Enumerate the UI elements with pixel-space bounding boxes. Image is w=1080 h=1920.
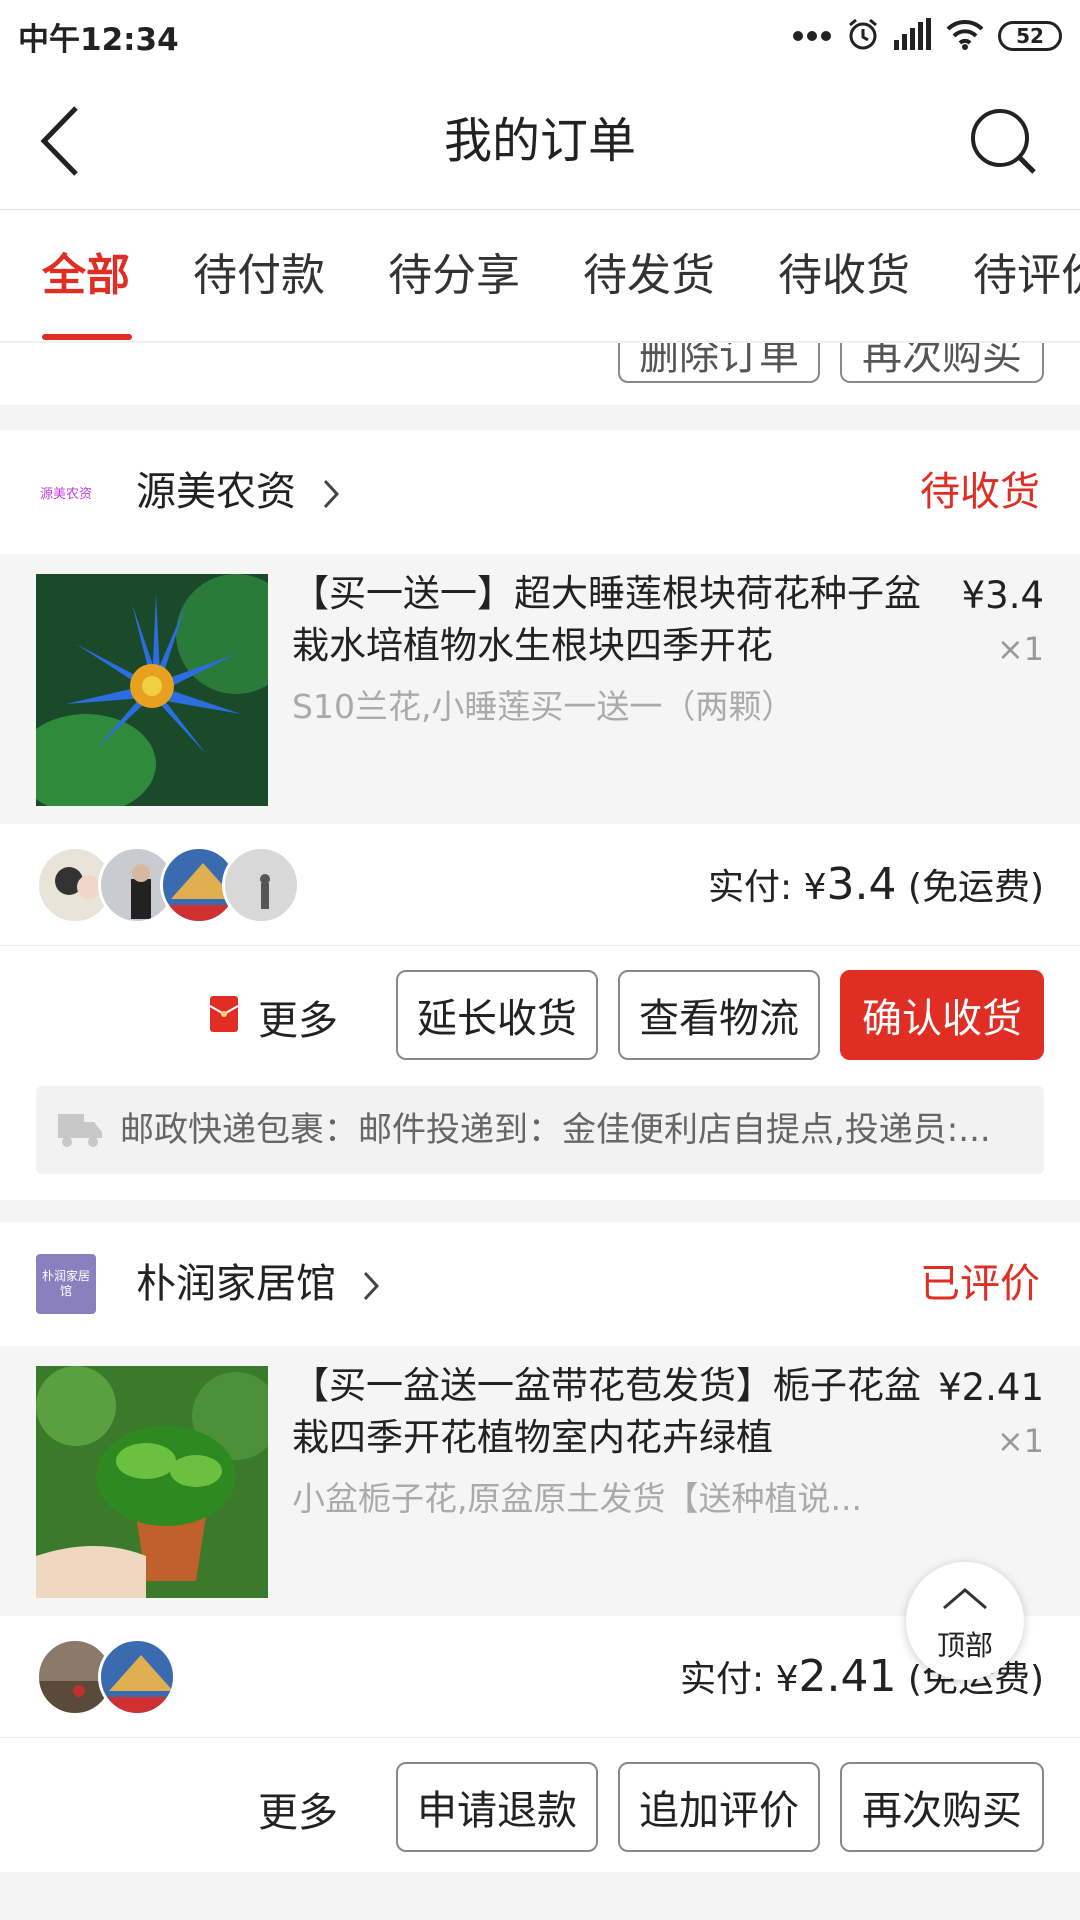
- previous-order-card: 删除订单 再次购买: [0, 343, 1080, 405]
- confirm-receipt-button[interactable]: 确认收货: [840, 970, 1044, 1060]
- order-actions: 更多 申请退款 追加评价 再次购买: [0, 1738, 1080, 1878]
- signal-icon: [894, 18, 932, 54]
- logistics-text: 邮政快递包裹：邮件投递到：金佳便利店自提点,投递员:...: [120, 1110, 991, 1150]
- paid-note: (免运费): [896, 867, 1044, 908]
- page-title: 我的订单: [443, 113, 636, 169]
- status-bar: 中午12:34 52: [0, 0, 1080, 72]
- more-button[interactable]: 更多: [258, 988, 338, 1046]
- shop-name[interactable]: 朴润家居馆: [136, 1222, 383, 1346]
- delivery-truck-icon: [58, 1110, 102, 1154]
- battery-icon: 52: [998, 21, 1062, 51]
- shop-name-text: 朴润家居馆: [136, 1261, 336, 1307]
- paid-currency: ¥: [775, 1659, 799, 1700]
- shop-logo: 源美农资: [36, 462, 96, 522]
- paid-currency: ¥: [803, 867, 827, 908]
- shop-name[interactable]: 源美农资: [136, 430, 343, 554]
- tab-all[interactable]: 全部: [42, 210, 130, 341]
- more-dots-icon: [792, 27, 832, 46]
- shop-row[interactable]: 源美农资 源美农资 待收货: [0, 430, 1080, 554]
- status-icons: 52: [792, 17, 1062, 55]
- back-to-top-label: 顶部: [936, 1629, 993, 1662]
- paid-amount: 实付: ¥3.4 (免运费): [708, 824, 1044, 949]
- chevron-up-icon: [942, 1586, 988, 1616]
- product-title: 【买一盆送一盆带花苞发货】栀子花盆栽四季开花植物室内花卉绿植: [292, 1364, 921, 1459]
- add-review-button[interactable]: 追加评价: [618, 1762, 820, 1852]
- goods-item[interactable]: 【买一送一】超大睡莲根块荷花种子盆栽水培植物水生根块四季开花 S10兰花,小睡莲…: [0, 554, 1080, 824]
- tab-active-indicator: [42, 334, 132, 340]
- more-button[interactable]: 更多: [258, 1780, 338, 1838]
- product-spec: 小盆栀子花,原盆原土发货【送种植说...: [292, 1479, 862, 1518]
- order-actions: 更多 延长收货 查看物流 确认收货: [0, 946, 1080, 1086]
- delete-order-button[interactable]: 删除订单: [618, 343, 820, 383]
- product-spec: S10兰花,小睡莲买一送一（两颗）: [292, 687, 795, 726]
- svg-text:源美农资: 源美农资: [40, 487, 92, 502]
- chevron-right-icon: [309, 469, 343, 515]
- tab-pending-payment[interactable]: 待付款: [193, 210, 325, 341]
- request-refund-button[interactable]: 申请退款: [396, 1762, 598, 1852]
- paid-label: 实付:: [707, 867, 804, 908]
- order-tabs: 全部 待付款 待分享 待发货 待收货 待评价: [0, 210, 1080, 342]
- logistics-info[interactable]: 邮政快递包裹：邮件投递到：金佳便利店自提点,投递员:...: [36, 1086, 1044, 1174]
- shop-logo-text: 朴润家居馆: [41, 1269, 90, 1298]
- tab-pending-review[interactable]: 待评价: [973, 210, 1080, 341]
- product-image: [36, 1366, 268, 1598]
- buy-again-button[interactable]: 再次购买: [840, 343, 1044, 383]
- view-logistics-button[interactable]: 查看物流: [618, 970, 820, 1060]
- product-quantity: ×1: [996, 630, 1044, 668]
- tab-pending-shipment[interactable]: 待发货: [583, 210, 715, 341]
- product-title: 【买一送一】超大睡莲根块荷花种子盆栽水培植物水生根块四季开花: [292, 572, 921, 667]
- product-price: ¥2.41: [938, 1366, 1044, 1409]
- nav-header: 我的订单: [0, 72, 1080, 210]
- red-envelope-icon[interactable]: [209, 996, 239, 1036]
- goods-item[interactable]: 【买一盆送一盆带花苞发货】栀子花盆栽四季开花植物室内花卉绿植 小盆栀子花,原盆原…: [0, 1346, 1080, 1616]
- alarm-icon: [846, 17, 880, 55]
- paid-value: 3.4: [826, 859, 897, 910]
- payment-row: 实付: ¥3.4 (免运费): [0, 824, 1080, 946]
- chevron-right-icon: [349, 1261, 383, 1307]
- back-to-top-button[interactable]: 顶部: [906, 1562, 1024, 1680]
- avatar: [98, 1638, 176, 1716]
- order-status: 待收货: [920, 469, 1040, 515]
- paid-value: 2.41: [798, 1651, 897, 1702]
- buy-again-button[interactable]: 再次购买: [840, 1762, 1044, 1852]
- order-card: 源美农资 源美农资 待收货 【买一送一】超大睡莲根块荷花种子盆栽水培植物水生根块…: [0, 430, 1080, 1200]
- shop-row[interactable]: 朴润家居馆 朴润家居馆 已评价: [0, 1222, 1080, 1346]
- tab-pending-share[interactable]: 待分享: [388, 210, 520, 341]
- product-image: [36, 574, 268, 806]
- extend-receipt-button[interactable]: 延长收货: [396, 970, 598, 1060]
- avatar: [222, 846, 300, 924]
- status-time: 中午12:34: [18, 21, 179, 58]
- wifi-icon: [946, 18, 984, 54]
- order-status: 已评价: [920, 1261, 1040, 1307]
- shop-logo: 朴润家居馆: [36, 1254, 96, 1314]
- product-price: ¥3.4: [961, 574, 1044, 617]
- search-icon[interactable]: [968, 106, 1040, 178]
- shop-name-text: 源美农资: [136, 469, 296, 515]
- paid-label: 实付:: [680, 1659, 776, 1700]
- order-card: 朴润家居馆 朴润家居馆 已评价 【买一盆送一盆带花苞发货】栀子花盆栽四季开花植物…: [0, 1222, 1080, 1872]
- product-quantity: ×1: [996, 1422, 1044, 1460]
- tab-pending-receipt[interactable]: 待收货: [778, 210, 910, 341]
